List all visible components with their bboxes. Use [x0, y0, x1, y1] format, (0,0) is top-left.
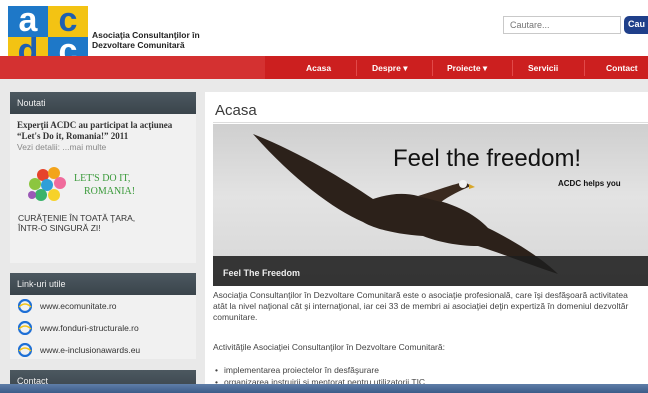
useful-link[interactable]: www.e-inclusionawards.eu [10, 339, 196, 361]
news-more-link[interactable]: Vezi detalii: ...mai multe [17, 142, 106, 152]
browser-icon [18, 321, 32, 335]
search-button[interactable]: Cau [624, 16, 648, 34]
lets-do-it-logo-icon: LET'S DO IT, ROMANIA! CURĂŢENIE ÎN TOATĂ… [17, 167, 135, 233]
campaign-line1: LET'S DO IT, [74, 173, 130, 184]
links-heading: Link-uri utile [10, 273, 196, 295]
chevron-down-icon: ▾ [403, 63, 408, 73]
title-divider [213, 122, 648, 123]
banner-headline: Feel the freedom! [393, 145, 582, 172]
nav-item-acasa[interactable]: Acasa [306, 63, 331, 73]
search-input[interactable] [503, 16, 621, 34]
nav-separator [584, 60, 585, 76]
page-title: Acasa [215, 102, 257, 119]
useful-link[interactable]: www.fonduri-structurale.ro [10, 317, 196, 339]
nav-separator [432, 60, 433, 76]
activities-heading: Activităţile Asociaţiei Consultanţilor î… [213, 342, 445, 352]
browser-icon [18, 299, 32, 313]
chevron-down-icon: ▾ [482, 63, 488, 73]
news-panel: Noutati Experţii ACDC au participat la a… [10, 92, 196, 263]
campaign-line2: ROMANIA! [84, 186, 135, 197]
campaign-line3: CURĂŢENIE ÎN TOATĂ ŢARA, [18, 213, 135, 223]
nav-item-contact[interactable]: Contact [606, 63, 638, 73]
brand-name[interactable]: Asociaţia Consultanţilor în Dezvoltare C… [92, 30, 200, 50]
main-content: Acasa Feel the freedom! ACDC helps you F… [205, 92, 648, 393]
news-heading: Noutati [10, 92, 196, 114]
nav-separator [512, 60, 513, 76]
hero-banner[interactable]: Feel the freedom! ACDC helps you Feel Th… [213, 124, 648, 286]
nav-item-proiecte[interactable]: Proiecte ▾ [447, 63, 487, 74]
nav-separator [356, 60, 357, 76]
banner-caption: Feel The Freedom [213, 256, 648, 286]
browser-icon [18, 343, 32, 357]
nav-left-band [0, 56, 265, 79]
lets-do-it-banner[interactable]: LET'S DO IT, ROMANIA! CURĂŢENIE ÎN TOATĂ… [10, 167, 196, 259]
intro-paragraph: Asociaţia Consultanţilor în Dezvoltare C… [213, 290, 629, 322]
news-item: Experţii ACDC au participat la acţiunea … [17, 120, 173, 152]
nav-item-despre[interactable]: Despre ▾ [372, 63, 407, 74]
useful-link[interactable]: www.ecomunitate.ro [10, 295, 196, 317]
banner-subtitle: ACDC helps you [558, 179, 621, 188]
links-panel: Link-uri utile www.ecomunitate.ro www.fo… [10, 273, 196, 359]
taskbar [0, 384, 648, 393]
nav-item-servicii[interactable]: Servicii [528, 63, 558, 73]
list-item: implementarea proiectelor în desfăşurare [215, 365, 379, 375]
campaign-line4: ÎNTR-O SINGURĂ ZI! [17, 223, 101, 233]
